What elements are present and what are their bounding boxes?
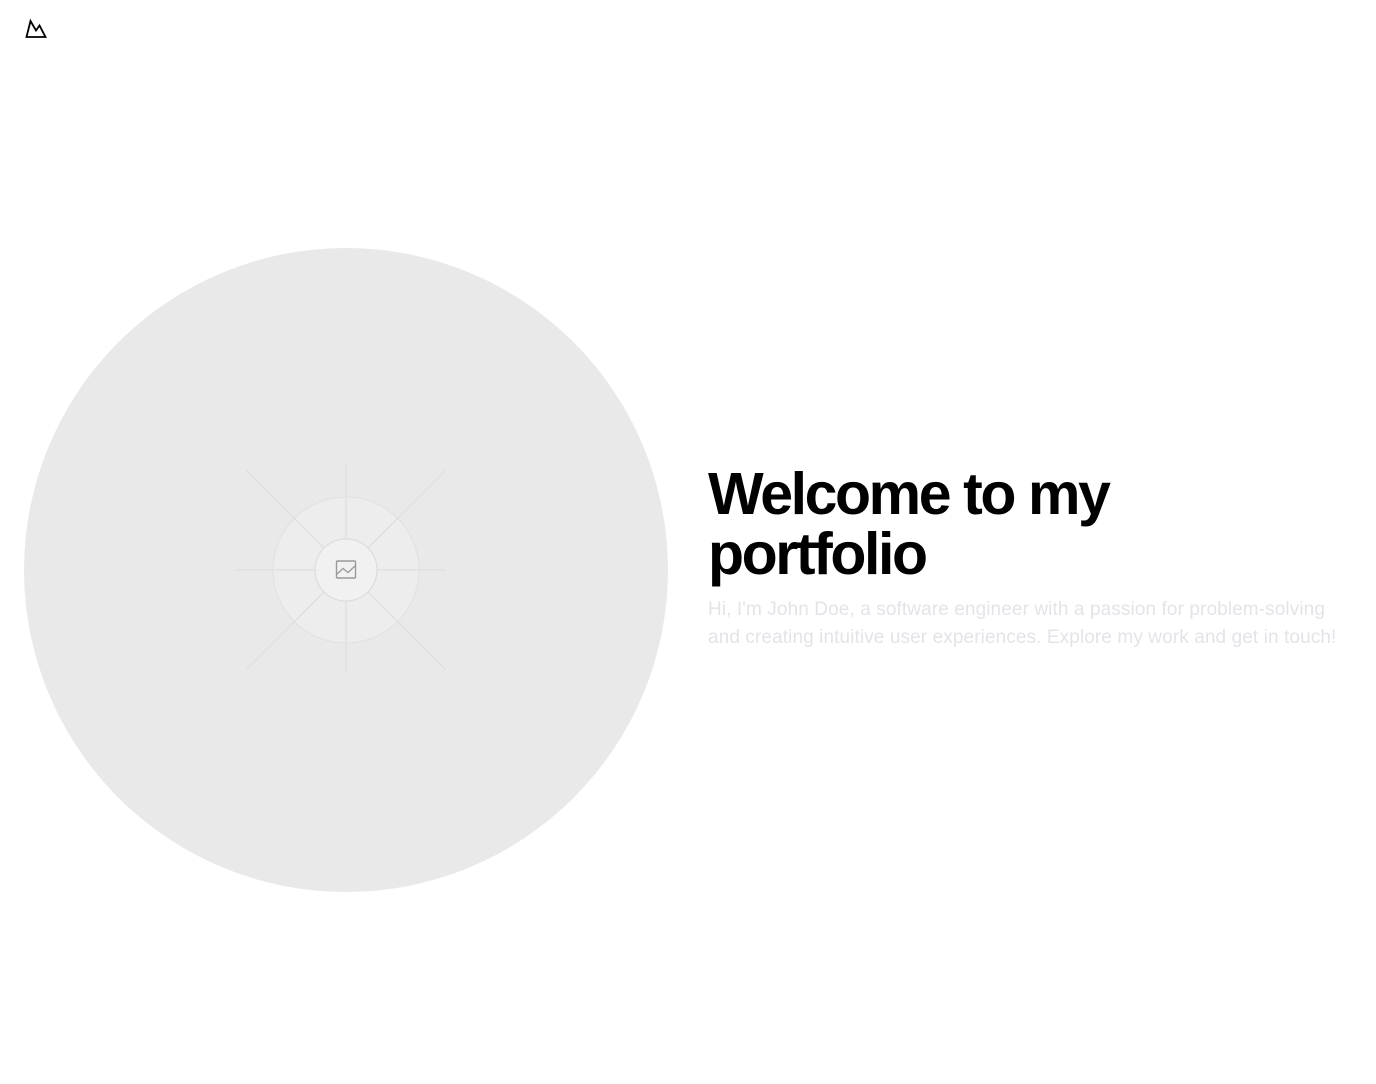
mountain-icon <box>25 18 47 38</box>
hero-headline: Welcome to my portfolio <box>708 461 1111 587</box>
image-placeholder <box>236 463 447 673</box>
hero-intro: Hi, I'm John Doe, a software engineer wi… <box>708 599 1337 648</box>
hero-text: Welcome to my portfolio Hi, I'm John Doe… <box>708 464 1338 652</box>
logo-link[interactable] <box>24 17 48 41</box>
page: Welcome to my portfolio Hi, I'm John Doe… <box>0 0 1376 1084</box>
hero-image <box>24 248 668 892</box>
